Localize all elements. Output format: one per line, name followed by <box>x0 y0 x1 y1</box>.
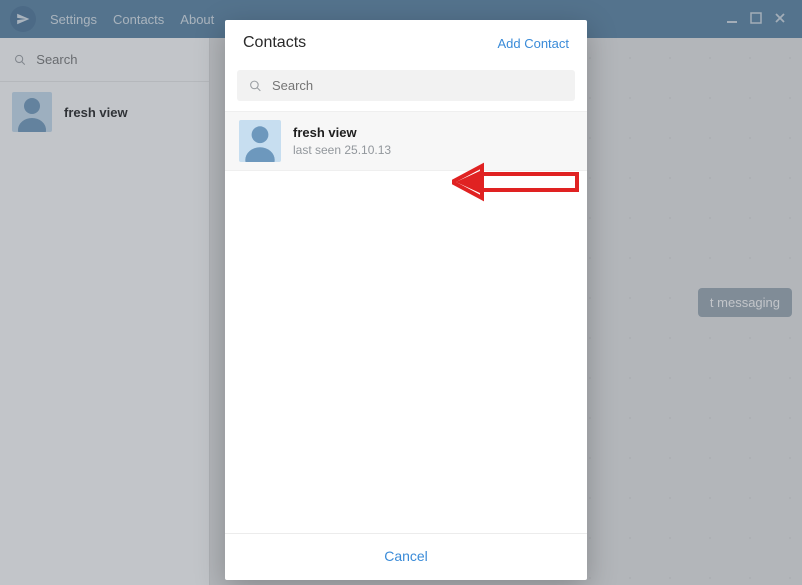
contact-row[interactable]: fresh view last seen 25.10.13 <box>225 111 587 171</box>
avatar <box>239 120 281 162</box>
contact-name: fresh view <box>293 125 391 140</box>
modal-search-input[interactable] <box>272 78 563 93</box>
modal-search[interactable] <box>237 70 575 101</box>
contact-status: last seen 25.10.13 <box>293 143 391 157</box>
add-contact-button[interactable]: Add Contact <box>497 36 569 51</box>
modal-header: Contacts Add Contact <box>225 20 587 64</box>
modal-title: Contacts <box>243 34 306 52</box>
cancel-button[interactable]: Cancel <box>384 548 428 564</box>
app-window: Settings Contacts About fresh view <box>0 0 802 585</box>
search-icon <box>249 79 262 93</box>
modal-body: fresh view last seen 25.10.13 <box>225 111 587 533</box>
contacts-modal: Contacts Add Contact fresh view last see… <box>225 20 587 580</box>
modal-footer: Cancel <box>225 533 587 580</box>
contact-info: fresh view last seen 25.10.13 <box>293 125 391 157</box>
